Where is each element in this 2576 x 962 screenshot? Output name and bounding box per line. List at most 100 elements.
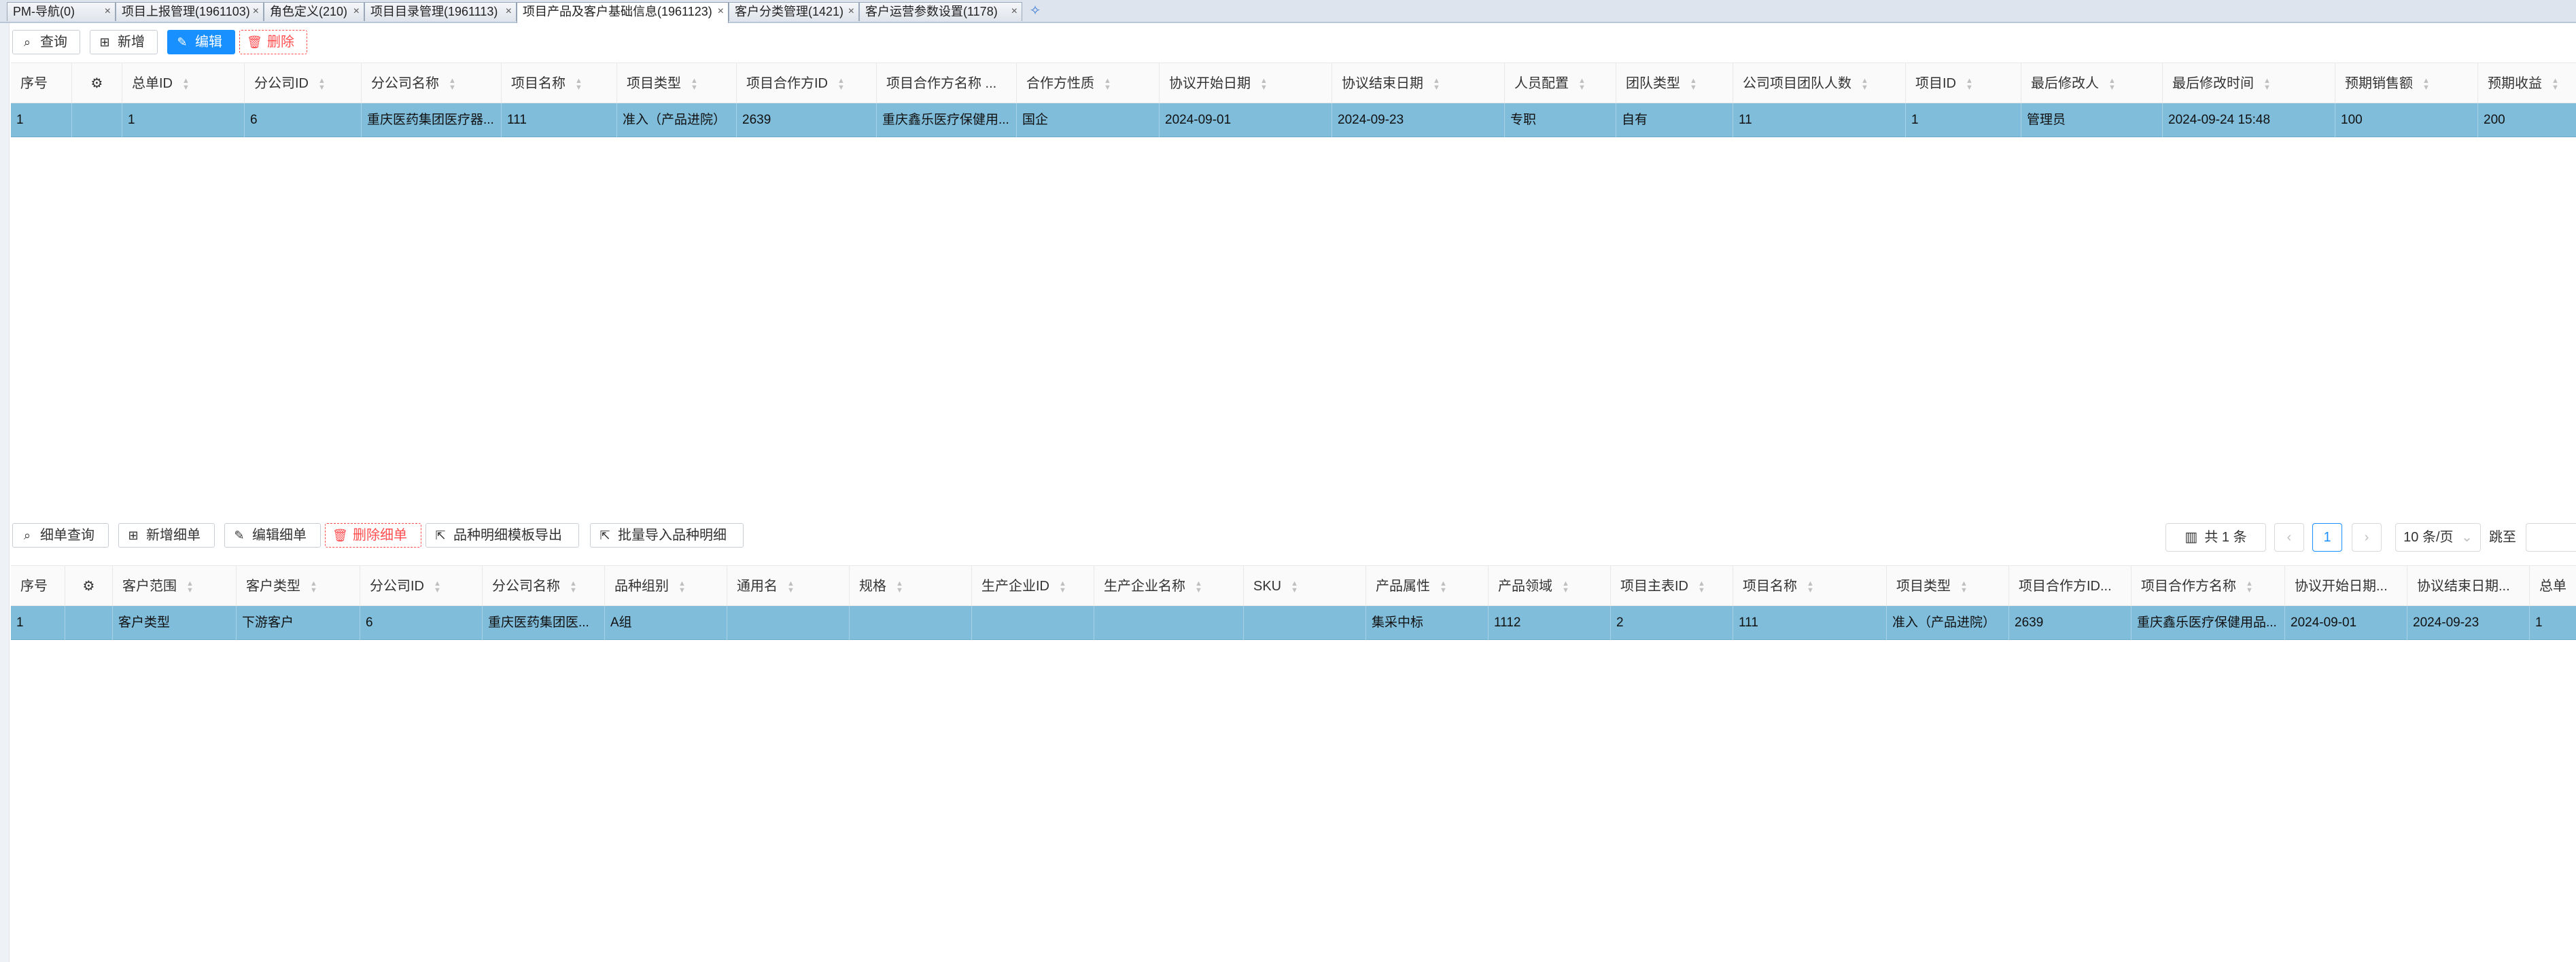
prev-page-button[interactable]: ‹ [2274, 523, 2304, 552]
edit-icon: ✎ [234, 529, 245, 542]
column-header[interactable]: 协议开始日期 ▲ ▼ [1160, 63, 1332, 104]
table-cell: 100 [2335, 103, 2478, 137]
table-cell [1094, 606, 1244, 640]
column-header[interactable]: 项目ID ▲ ▼ [1906, 63, 2021, 104]
column-header[interactable]: 协议开始日期... [2285, 566, 2407, 607]
column-header[interactable]: 分公司ID ▲ ▼ [245, 63, 362, 104]
column-header[interactable]: 协议结束日期 ▲ ▼ [1332, 63, 1505, 104]
query-button[interactable]: ⌕ 查询 [12, 30, 80, 54]
table-cell [72, 103, 122, 137]
column-header[interactable]: 总单ID ▲ ▼ [122, 63, 245, 104]
detail-delete-label: 删除细单 [353, 528, 407, 543]
edit-label: 编辑 [195, 35, 222, 50]
tab-project-product-customer[interactable]: 项目产品及客户基础信息(1961123) × [517, 2, 729, 23]
sort-icon: ▲ ▼ [1807, 579, 1814, 594]
search-icon: ⌕ [23, 35, 31, 49]
tab-label: 项目上报管理(1961103) [122, 5, 250, 18]
column-header[interactable]: 总单 [2530, 566, 2576, 607]
column-header[interactable]: 项目合作方名称 ... [877, 63, 1017, 104]
column-header[interactable]: 分公司名称 ▲ ▼ [362, 63, 502, 104]
detail-delete-button[interactable]: 🗑 删除细单 [325, 523, 421, 548]
column-header[interactable]: 序号 [11, 566, 65, 607]
column-header[interactable]: 公司项目团队人数 ▲ ▼ [1733, 63, 1906, 104]
column-header[interactable]: 预期收益 ▲ ▼ [2478, 63, 2576, 104]
column-header[interactable]: 合作方性质 ▲ ▼ [1017, 63, 1160, 104]
column-header[interactable]: 项目主表ID ▲ ▼ [1611, 566, 1733, 607]
export-template-button[interactable]: ⇱ 品种明细模板导出 [425, 523, 579, 548]
table-cell: 重庆医药集团医疗器... [362, 103, 502, 137]
column-header[interactable]: 项目类型 ▲ ▼ [1887, 566, 2009, 607]
detail-add-button[interactable]: ⊞ 新增细单 [118, 523, 215, 548]
column-header[interactable]: 最后修改人 ▲ ▼ [2021, 63, 2163, 104]
table-cell: 1 [11, 606, 65, 640]
close-icon[interactable]: × [718, 3, 724, 20]
column-header[interactable]: 分公司ID ▲ ▼ [360, 566, 483, 607]
gear-icon[interactable]: ⚙ [83, 579, 95, 594]
batch-import-button[interactable]: ⇱ 批量导入品种明细 [590, 523, 744, 548]
table-cell: 6 [360, 606, 483, 640]
column-header[interactable]: SKU ▲ ▼ [1244, 566, 1366, 607]
sort-icon: ▲ ▼ [1059, 579, 1066, 594]
column-header[interactable]: 客户范围 ▲ ▼ [113, 566, 237, 607]
column-header[interactable]: 产品属性 ▲ ▼ [1366, 566, 1489, 607]
column-header[interactable]: 规格 ▲ ▼ [850, 566, 972, 607]
tab-role-def[interactable]: 角色定义(210) × [264, 2, 364, 21]
column-header[interactable]: 预期销售额 ▲ ▼ [2335, 63, 2478, 104]
close-icon[interactable]: × [105, 3, 111, 20]
edit-button[interactable]: ✎ 编辑 [167, 30, 235, 54]
table-row[interactable]: 1 客户类型 下游客户 6 重庆医药集团医... A组 集采中标 1112 2 … [11, 606, 2576, 640]
column-settings[interactable]: ⚙ [65, 566, 113, 607]
detail-query-button[interactable]: ⌕ 细单查询 [12, 523, 109, 548]
table-cell [850, 606, 972, 640]
column-settings[interactable]: ⚙ [72, 63, 122, 104]
column-header[interactable]: 项目合作方ID ▲ ▼ [737, 63, 877, 104]
column-header[interactable]: 项目合作方名称 ▲ ▼ [2131, 566, 2285, 607]
column-header[interactable]: 最后修改时间 ▲ ▼ [2163, 63, 2335, 104]
column-header[interactable]: 分公司名称 ▲ ▼ [483, 566, 605, 607]
close-icon[interactable]: × [353, 3, 360, 20]
sort-icon: ▲ ▼ [1966, 76, 1973, 92]
column-header[interactable]: 项目名称 ▲ ▼ [1733, 566, 1887, 607]
page-1-button[interactable]: 1 [2312, 523, 2342, 552]
sort-icon: ▲ ▼ [449, 76, 456, 92]
column-header[interactable]: 人员配置 ▲ ▼ [1505, 63, 1616, 104]
close-icon[interactable]: × [506, 3, 512, 20]
column-header[interactable]: 客户类型 ▲ ▼ [237, 566, 360, 607]
column-header[interactable]: 产品领域 ▲ ▼ [1489, 566, 1611, 607]
add-tab-icon[interactable]: ✧ [1028, 4, 1043, 19]
close-icon[interactable]: × [1011, 3, 1017, 20]
delete-button[interactable]: 🗑 删除 [239, 30, 307, 54]
table-row[interactable]: 1 1 6 重庆医药集团医疗器... 111 准入（产品进院） 2639 重庆鑫… [11, 103, 2576, 137]
tab-project-catalog[interactable]: 项目目录管理(1961113) × [364, 2, 517, 21]
add-button[interactable]: ⊞ 新增 [90, 30, 158, 54]
query-label: 查询 [40, 35, 67, 50]
column-header[interactable]: 生产企业ID ▲ ▼ [972, 566, 1094, 607]
column-header[interactable]: 序号 [11, 63, 72, 104]
tab-customer-classification[interactable]: 客户分类管理(1421) × [729, 2, 859, 21]
goto-page-input[interactable] [2526, 523, 2576, 552]
column-header[interactable]: 项目类型 ▲ ▼ [617, 63, 737, 104]
tab-pm-nav[interactable]: PM-导航(0) × [7, 2, 116, 21]
table-cell: A组 [605, 606, 727, 640]
sort-icon: ▲ ▼ [2246, 579, 2253, 594]
table-cell: 2639 [737, 103, 877, 137]
column-header[interactable]: 协议结束日期... [2407, 566, 2530, 607]
tab-customer-ops-params[interactable]: 客户运营参数设置(1178) × [859, 2, 1022, 21]
next-page-button[interactable]: › [2352, 523, 2382, 552]
detail-edit-button[interactable]: ✎ 编辑细单 [224, 523, 321, 548]
gear-icon[interactable]: ⚙ [91, 76, 103, 91]
export-template-label: 品种明细模板导出 [453, 528, 562, 543]
tab-strip: PM-导航(0) × 项目上报管理(1961103) × 角色定义(210) ×… [0, 0, 2576, 23]
tab-project-report[interactable]: 项目上报管理(1961103) × [116, 2, 264, 21]
column-header[interactable]: 品种组别 ▲ ▼ [605, 566, 727, 607]
column-header[interactable]: 项目合作方ID... [2009, 566, 2131, 607]
total-count: ▥ 共 1 条 [2165, 523, 2266, 552]
page-size-select[interactable]: 10 条/页 ⌄ [2395, 523, 2481, 552]
column-header[interactable]: 项目名称 ▲ ▼ [502, 63, 617, 104]
close-icon[interactable]: × [253, 3, 259, 20]
column-header[interactable]: 生产企业名称 ▲ ▼ [1094, 566, 1244, 607]
table-cell: 专职 [1505, 103, 1616, 137]
close-icon[interactable]: × [848, 3, 854, 20]
column-header[interactable]: 通用名 ▲ ▼ [727, 566, 850, 607]
column-header[interactable]: 团队类型 ▲ ▼ [1616, 63, 1733, 104]
